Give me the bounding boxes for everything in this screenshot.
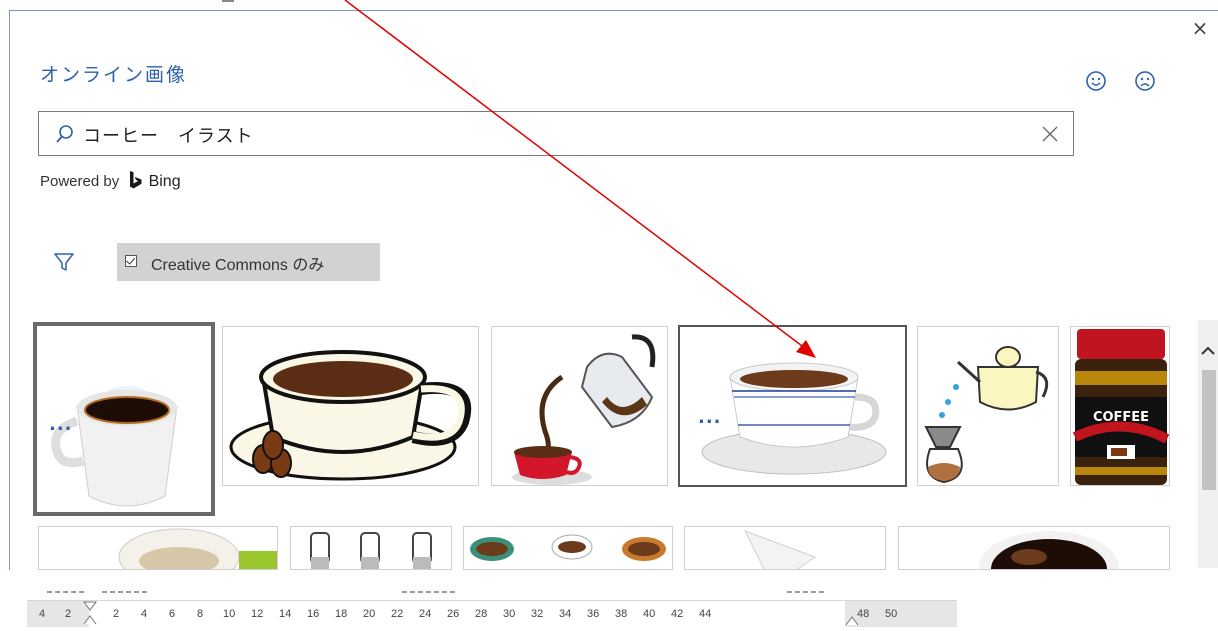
ruler-number: 18 [335,608,348,620]
dialog-title: オンライン画像 [40,64,188,86]
image-result[interactable] [463,526,673,570]
search-input[interactable]: コーヒー イラスト [83,122,254,148]
ruler-margin-left [27,601,89,627]
ruler-number: 32 [531,608,544,620]
frown-icon[interactable] [1134,70,1156,96]
results-scrollbar[interactable] [1198,320,1218,568]
ruler-number: 22 [391,608,404,620]
jar-label: COFFEE [1093,410,1149,425]
cropped-text-strip [47,591,827,593]
ruler-number: 50 [885,608,898,620]
ruler-number: 4 [141,608,148,620]
image-result[interactable] [684,526,886,570]
ruler-number: 42 [671,608,684,620]
ruler-number: 38 [615,608,628,620]
clear-icon[interactable] [1041,125,1059,147]
scroll-up-icon[interactable] [1198,340,1218,360]
image-result[interactable] [290,526,452,570]
ruler-number: 4 [39,608,46,620]
bing-logo-icon [129,171,142,193]
ruler-number: 24 [419,608,432,620]
ruler-number: 40 [643,608,656,620]
image-result[interactable]: ... [33,322,215,516]
ruler-number: 30 [503,608,516,620]
ruler-number: 16 [307,608,320,620]
search-box[interactable]: コーヒー イラスト [38,111,1074,156]
smile-icon[interactable] [1085,70,1107,96]
image-result[interactable] [917,326,1059,486]
ruler-number: 28 [475,608,488,620]
more-options-button[interactable]: ... [49,414,73,435]
image-result[interactable] [222,326,479,486]
ruler-number: 36 [587,608,600,620]
creative-commons-label: Creative Commons のみ [151,257,325,274]
image-result[interactable] [38,526,278,570]
ruler-number: 8 [197,608,204,620]
ruler-number: 26 [447,608,460,620]
ruler-number: 34 [559,608,572,620]
ruler-number: 20 [363,608,376,620]
ruler-number: 48 [857,608,870,620]
image-result[interactable] [491,326,668,486]
ruler-number: 10 [223,608,236,620]
powered-by-text: Powered by [40,173,120,190]
scrollbar-thumb[interactable] [1202,370,1216,490]
filter-icon[interactable] [53,251,75,277]
image-result[interactable]: ... [678,325,907,487]
indent-marker-icon[interactable] [83,601,97,625]
image-result[interactable]: COFFEE [1070,326,1170,486]
ruler-number: 2 [113,608,120,620]
ruler-number: 12 [251,608,264,620]
search-icon [55,124,75,148]
bing-brand: Bing [148,173,181,190]
ruler-number: 44 [699,608,712,620]
horizontal-ruler[interactable]: 4 2 2 4 6 8 10 12 14 16 18 20 22 24 26 28 30 32 34 36 38 40 42… [27,600,957,627]
ruler-number: 2 [65,608,72,620]
ruler-number: 14 [279,608,292,620]
creative-commons-checkbox[interactable] [125,255,137,267]
window-edge-mark [222,0,234,2]
creative-commons-toggle[interactable]: Creative Commons のみ [117,243,380,281]
powered-by: Powered by Bing [40,171,181,193]
more-options-button[interactable]: ... [698,407,722,428]
ruler-number: 6 [169,608,176,620]
close-button[interactable]: × [1190,18,1210,38]
image-result[interactable] [898,526,1170,570]
